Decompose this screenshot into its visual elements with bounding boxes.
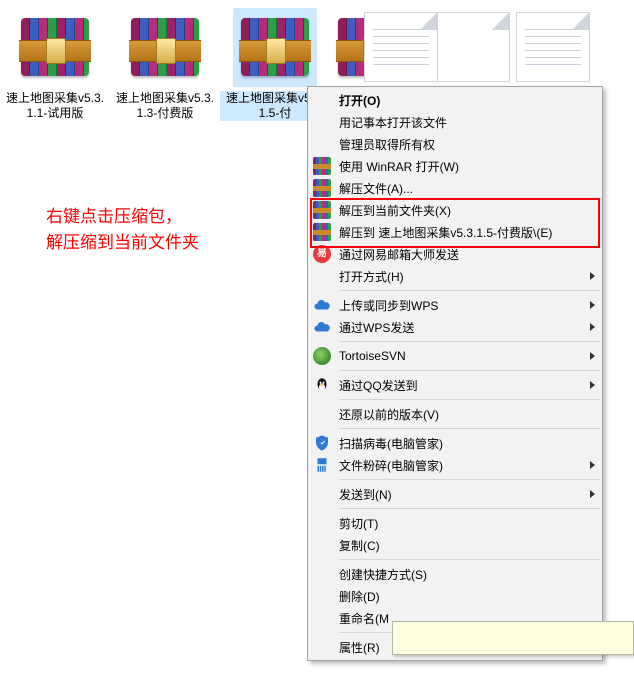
menu-separator	[339, 370, 600, 371]
rar-archive-icon	[129, 12, 201, 80]
menu-item-label: 剪切(T)	[339, 515, 378, 532]
menu-item[interactable]: 管理员取得所有权	[309, 133, 601, 155]
submenu-arrow-icon	[590, 461, 595, 469]
menu-item[interactable]: 还原以前的版本(V)	[309, 403, 601, 425]
submenu-arrow-icon	[590, 490, 595, 498]
menu-item-label: 删除(D)	[339, 588, 380, 605]
menu-item-label: TortoiseSVN	[339, 349, 406, 363]
winrar-icon	[313, 179, 331, 197]
submenu-arrow-icon	[590, 323, 595, 331]
menu-item-label: 发送到(N)	[339, 486, 392, 503]
file-label: 速上地图采集v5.3.1.3-付费版	[110, 91, 220, 121]
menu-item[interactable]: 解压文件(A)...	[309, 177, 601, 199]
winrar-icon	[313, 201, 331, 219]
menu-item-label: 还原以前的版本(V)	[339, 406, 439, 423]
menu-separator	[339, 290, 600, 291]
menu-item-label: 扫描病毒(电脑管家)	[339, 435, 443, 452]
document-icon	[364, 12, 438, 82]
tooltip	[392, 621, 634, 655]
shield-scan-icon	[313, 434, 331, 452]
menu-separator	[339, 428, 600, 429]
menu-item-label: 创建快捷方式(S)	[339, 566, 427, 583]
menu-item-label: 通过网易邮箱大师发送	[339, 246, 459, 263]
menu-item[interactable]: 解压到当前文件夹(X)	[309, 199, 601, 221]
menu-item[interactable]: 通过QQ发送到	[309, 374, 601, 396]
netease-mail-icon: 易	[313, 245, 331, 263]
menu-item[interactable]: 解压到 速上地图采集v5.3.1.5-付费版\(E)	[309, 221, 601, 243]
menu-item-label: 解压到当前文件夹(X)	[339, 202, 451, 219]
wps-cloud-icon	[313, 318, 331, 336]
menu-separator	[339, 508, 600, 509]
file-item[interactable]: 速上地图采集v5.3.1.1-试用版	[0, 0, 110, 121]
menu-separator	[339, 341, 600, 342]
menu-item-label: 通过QQ发送到	[339, 377, 418, 394]
file-item[interactable]: 速上地图采集v5.3.1.3-付费版	[110, 0, 220, 121]
menu-item[interactable]: 剪切(T)	[309, 512, 601, 534]
menu-item[interactable]: 打开方式(H)	[309, 265, 601, 287]
menu-item[interactable]: 使用 WinRAR 打开(W)	[309, 155, 601, 177]
annotation-text: 右键点击压缩包， 解压缩到当前文件夹	[46, 204, 199, 256]
wps-cloud-icon	[313, 296, 331, 314]
menu-separator	[339, 479, 600, 480]
menu-item[interactable]: 用记事本打开该文件	[309, 111, 601, 133]
menu-item-label: 属性(R)	[339, 639, 380, 656]
menu-item-label: 用记事本打开该文件	[339, 114, 447, 131]
menu-item[interactable]: 创建快捷方式(S)	[309, 563, 601, 585]
submenu-arrow-icon	[590, 381, 595, 389]
menu-separator	[339, 559, 600, 560]
file-label: 速上地图采集v5.3.1.1-试用版	[0, 91, 110, 121]
menu-item[interactable]: 通过WPS发送	[309, 316, 601, 338]
rar-archive-icon	[239, 12, 311, 80]
menu-separator	[339, 399, 600, 400]
file-item[interactable]	[510, 0, 580, 89]
menu-item[interactable]: 易通过网易邮箱大师发送	[309, 243, 601, 265]
menu-item-label: 解压文件(A)...	[339, 180, 413, 197]
menu-item-label: 解压到 速上地图采集v5.3.1.5-付费版\(E)	[339, 224, 552, 241]
menu-item[interactable]: 删除(D)	[309, 585, 601, 607]
menu-item[interactable]: TortoiseSVN	[309, 345, 601, 367]
menu-item[interactable]: 复制(C)	[309, 534, 601, 556]
context-menu: 打开(O) 用记事本打开该文件管理员取得所有权使用 WinRAR 打开(W) 解压文…	[307, 86, 603, 661]
winrar-icon	[313, 223, 331, 241]
menu-item-label: 重命名(M	[339, 610, 389, 627]
document-icon	[516, 12, 590, 82]
menu-item[interactable]: 上传或同步到WPS	[309, 294, 601, 316]
menu-item-label: 文件粉碎(电脑管家)	[339, 457, 443, 474]
menu-item-label: 上传或同步到WPS	[339, 297, 438, 314]
menu-item-label: 打开(O)	[339, 92, 380, 109]
menu-item[interactable]: 文件粉碎(电脑管家)	[309, 454, 601, 476]
rar-archive-icon	[19, 12, 91, 80]
menu-item-label: 打开方式(H)	[339, 268, 404, 285]
submenu-arrow-icon	[590, 352, 595, 360]
menu-item-label: 管理员取得所有权	[339, 136, 435, 153]
tortoisesvn-icon	[313, 347, 331, 365]
menu-item-label: 使用 WinRAR 打开(W)	[339, 158, 459, 175]
submenu-arrow-icon	[590, 301, 595, 309]
submenu-arrow-icon	[590, 272, 595, 280]
menu-item[interactable]: 打开(O)	[309, 89, 601, 111]
file-shred-icon	[313, 456, 331, 474]
menu-item-label: 复制(C)	[339, 537, 380, 554]
menu-item[interactable]: 发送到(N)	[309, 483, 601, 505]
winrar-icon	[313, 157, 331, 175]
menu-item[interactable]: 扫描病毒(电脑管家)	[309, 432, 601, 454]
document-icon	[436, 12, 510, 82]
qq-penguin-icon	[313, 376, 331, 394]
menu-item-label: 通过WPS发送	[339, 319, 414, 336]
